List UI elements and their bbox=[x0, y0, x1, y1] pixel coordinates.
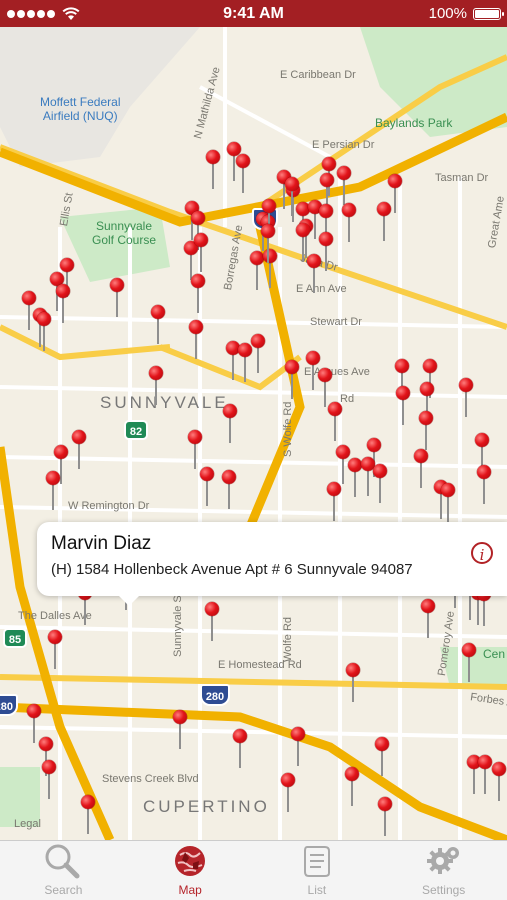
map-pin[interactable] bbox=[251, 334, 265, 374]
map-label-moffett: Moffett Federal Airfield (NUQ) bbox=[40, 95, 121, 123]
map-label-baylands: Baylands Park bbox=[375, 116, 453, 130]
search-icon bbox=[45, 844, 80, 879]
map-pin[interactable] bbox=[419, 411, 433, 451]
map-pin[interactable] bbox=[478, 755, 492, 795]
map-pin[interactable] bbox=[236, 154, 250, 194]
highway-280-shield: 280 bbox=[200, 684, 230, 706]
map-pin[interactable] bbox=[261, 224, 275, 264]
tab-list[interactable]: List bbox=[254, 841, 381, 900]
battery-percent: 100% bbox=[428, 5, 467, 22]
map-pin[interactable] bbox=[151, 305, 165, 345]
map-pin[interactable] bbox=[149, 366, 163, 406]
map-pin[interactable] bbox=[291, 727, 305, 767]
map-label-stewart: Stewart Dr bbox=[310, 316, 362, 328]
map-pin[interactable] bbox=[373, 464, 387, 504]
wifi-icon bbox=[62, 6, 80, 20]
map-pin[interactable] bbox=[173, 710, 187, 750]
map-pin[interactable] bbox=[492, 762, 506, 802]
map-pin[interactable] bbox=[194, 233, 208, 273]
map-label-cupertino: CUPERTINO bbox=[143, 797, 270, 816]
map-pin[interactable] bbox=[477, 465, 491, 505]
map-pin[interactable] bbox=[296, 223, 310, 263]
map-pin[interactable] bbox=[377, 202, 391, 242]
map-label-legal: Legal bbox=[14, 818, 41, 830]
gear-icon bbox=[426, 847, 459, 874]
map-pin[interactable] bbox=[191, 274, 205, 314]
callout-address: (H) 1584 Hollenbeck Avenue Apt # 6 Sunny… bbox=[51, 561, 413, 578]
map-view[interactable]: Moffett Federal Airfield (NUQ) Baylands … bbox=[0, 27, 507, 840]
map-pin[interactable] bbox=[46, 471, 60, 511]
callout-name: Marvin Diaz bbox=[51, 533, 152, 554]
map-label-sunnyvale: SUNNYVALE bbox=[100, 393, 229, 412]
map-pin[interactable] bbox=[319, 232, 333, 272]
tab-settings-label: Settings bbox=[421, 883, 466, 897]
highway-85-shield: 85 bbox=[3, 628, 27, 648]
map-pin[interactable] bbox=[345, 767, 359, 807]
map-pin[interactable] bbox=[421, 599, 435, 639]
map-pin[interactable] bbox=[346, 663, 360, 703]
map-pin[interactable] bbox=[189, 320, 203, 360]
highway-82-shield: 82 bbox=[124, 420, 148, 440]
map-label-e-ahn: E Ahn Ave bbox=[296, 283, 347, 295]
map-pin[interactable] bbox=[205, 602, 219, 642]
map-pin[interactable] bbox=[281, 773, 295, 813]
map-pin[interactable] bbox=[188, 430, 202, 470]
status-right: 100% bbox=[428, 5, 504, 22]
map-pin[interactable] bbox=[222, 470, 236, 510]
map-label-caribbean: E Caribbean Dr bbox=[280, 69, 356, 81]
globe-icon bbox=[175, 846, 206, 876]
map-label-golf: Sunnyvale Golf Course bbox=[92, 219, 157, 247]
map-pin[interactable] bbox=[348, 458, 362, 498]
map-pin[interactable] bbox=[72, 430, 86, 470]
map-pin[interactable] bbox=[328, 402, 342, 442]
map-pin[interactable] bbox=[223, 404, 237, 444]
tab-search-label: Search bbox=[44, 883, 83, 897]
map-pin[interactable] bbox=[81, 795, 95, 835]
contact-callout[interactable]: Marvin Diaz (H) 1584 Hollenbeck Avenue A… bbox=[37, 522, 507, 606]
map-pin[interactable] bbox=[233, 729, 247, 769]
map-label-rd: Rd bbox=[340, 393, 355, 405]
map-pin[interactable] bbox=[378, 797, 392, 837]
tab-map[interactable]: Map bbox=[127, 841, 254, 900]
map-label-tasman: Tasman Dr bbox=[435, 172, 489, 184]
map-pin[interactable] bbox=[285, 177, 299, 217]
map-pin[interactable] bbox=[375, 737, 389, 777]
map-pin[interactable] bbox=[342, 203, 356, 243]
map-pin[interactable] bbox=[110, 278, 124, 318]
map-label-wolfe: S Wolfe Rd bbox=[282, 401, 294, 457]
map-pin[interactable] bbox=[441, 483, 455, 523]
map-label-stevens: Stevens Creek Blvd bbox=[102, 773, 199, 785]
signal-dots-icon bbox=[7, 9, 55, 18]
map-pin[interactable] bbox=[42, 760, 56, 800]
map-label-persian: E Persian Dr bbox=[312, 139, 375, 151]
tab-list-label: List bbox=[307, 883, 327, 897]
map-pin[interactable] bbox=[56, 284, 70, 324]
tab-search[interactable]: Search bbox=[0, 841, 127, 900]
map-label-remington: W Remington Dr bbox=[68, 500, 150, 512]
map-pin[interactable] bbox=[285, 360, 299, 400]
map-pin[interactable] bbox=[462, 643, 476, 683]
map-pin[interactable] bbox=[327, 482, 341, 522]
map-pin[interactable] bbox=[37, 312, 51, 352]
highway-280-shield-2: 280 bbox=[0, 694, 18, 716]
info-icon[interactable]: i bbox=[471, 542, 493, 564]
map-pin[interactable] bbox=[48, 630, 62, 670]
map-pin[interactable] bbox=[337, 166, 351, 206]
map-pin[interactable] bbox=[396, 386, 410, 426]
tab-settings[interactable]: Settings bbox=[380, 841, 507, 900]
tab-map-label: Map bbox=[178, 883, 202, 897]
map-pin[interactable] bbox=[200, 467, 214, 507]
map-label-wolfe2: Wolfe Rd bbox=[282, 616, 294, 662]
map-pin[interactable] bbox=[459, 378, 473, 418]
scroll-icon bbox=[303, 846, 330, 877]
map-pin[interactable] bbox=[206, 150, 220, 190]
status-bar: 9:41 AM 100% bbox=[0, 0, 507, 27]
map-label-cen: Cen bbox=[483, 647, 506, 661]
tab-bar: Search Map List Settings bbox=[0, 840, 507, 900]
map-pin[interactable] bbox=[238, 343, 252, 383]
map-pin[interactable] bbox=[414, 449, 428, 489]
battery-icon bbox=[473, 7, 504, 20]
status-left bbox=[6, 6, 80, 21]
